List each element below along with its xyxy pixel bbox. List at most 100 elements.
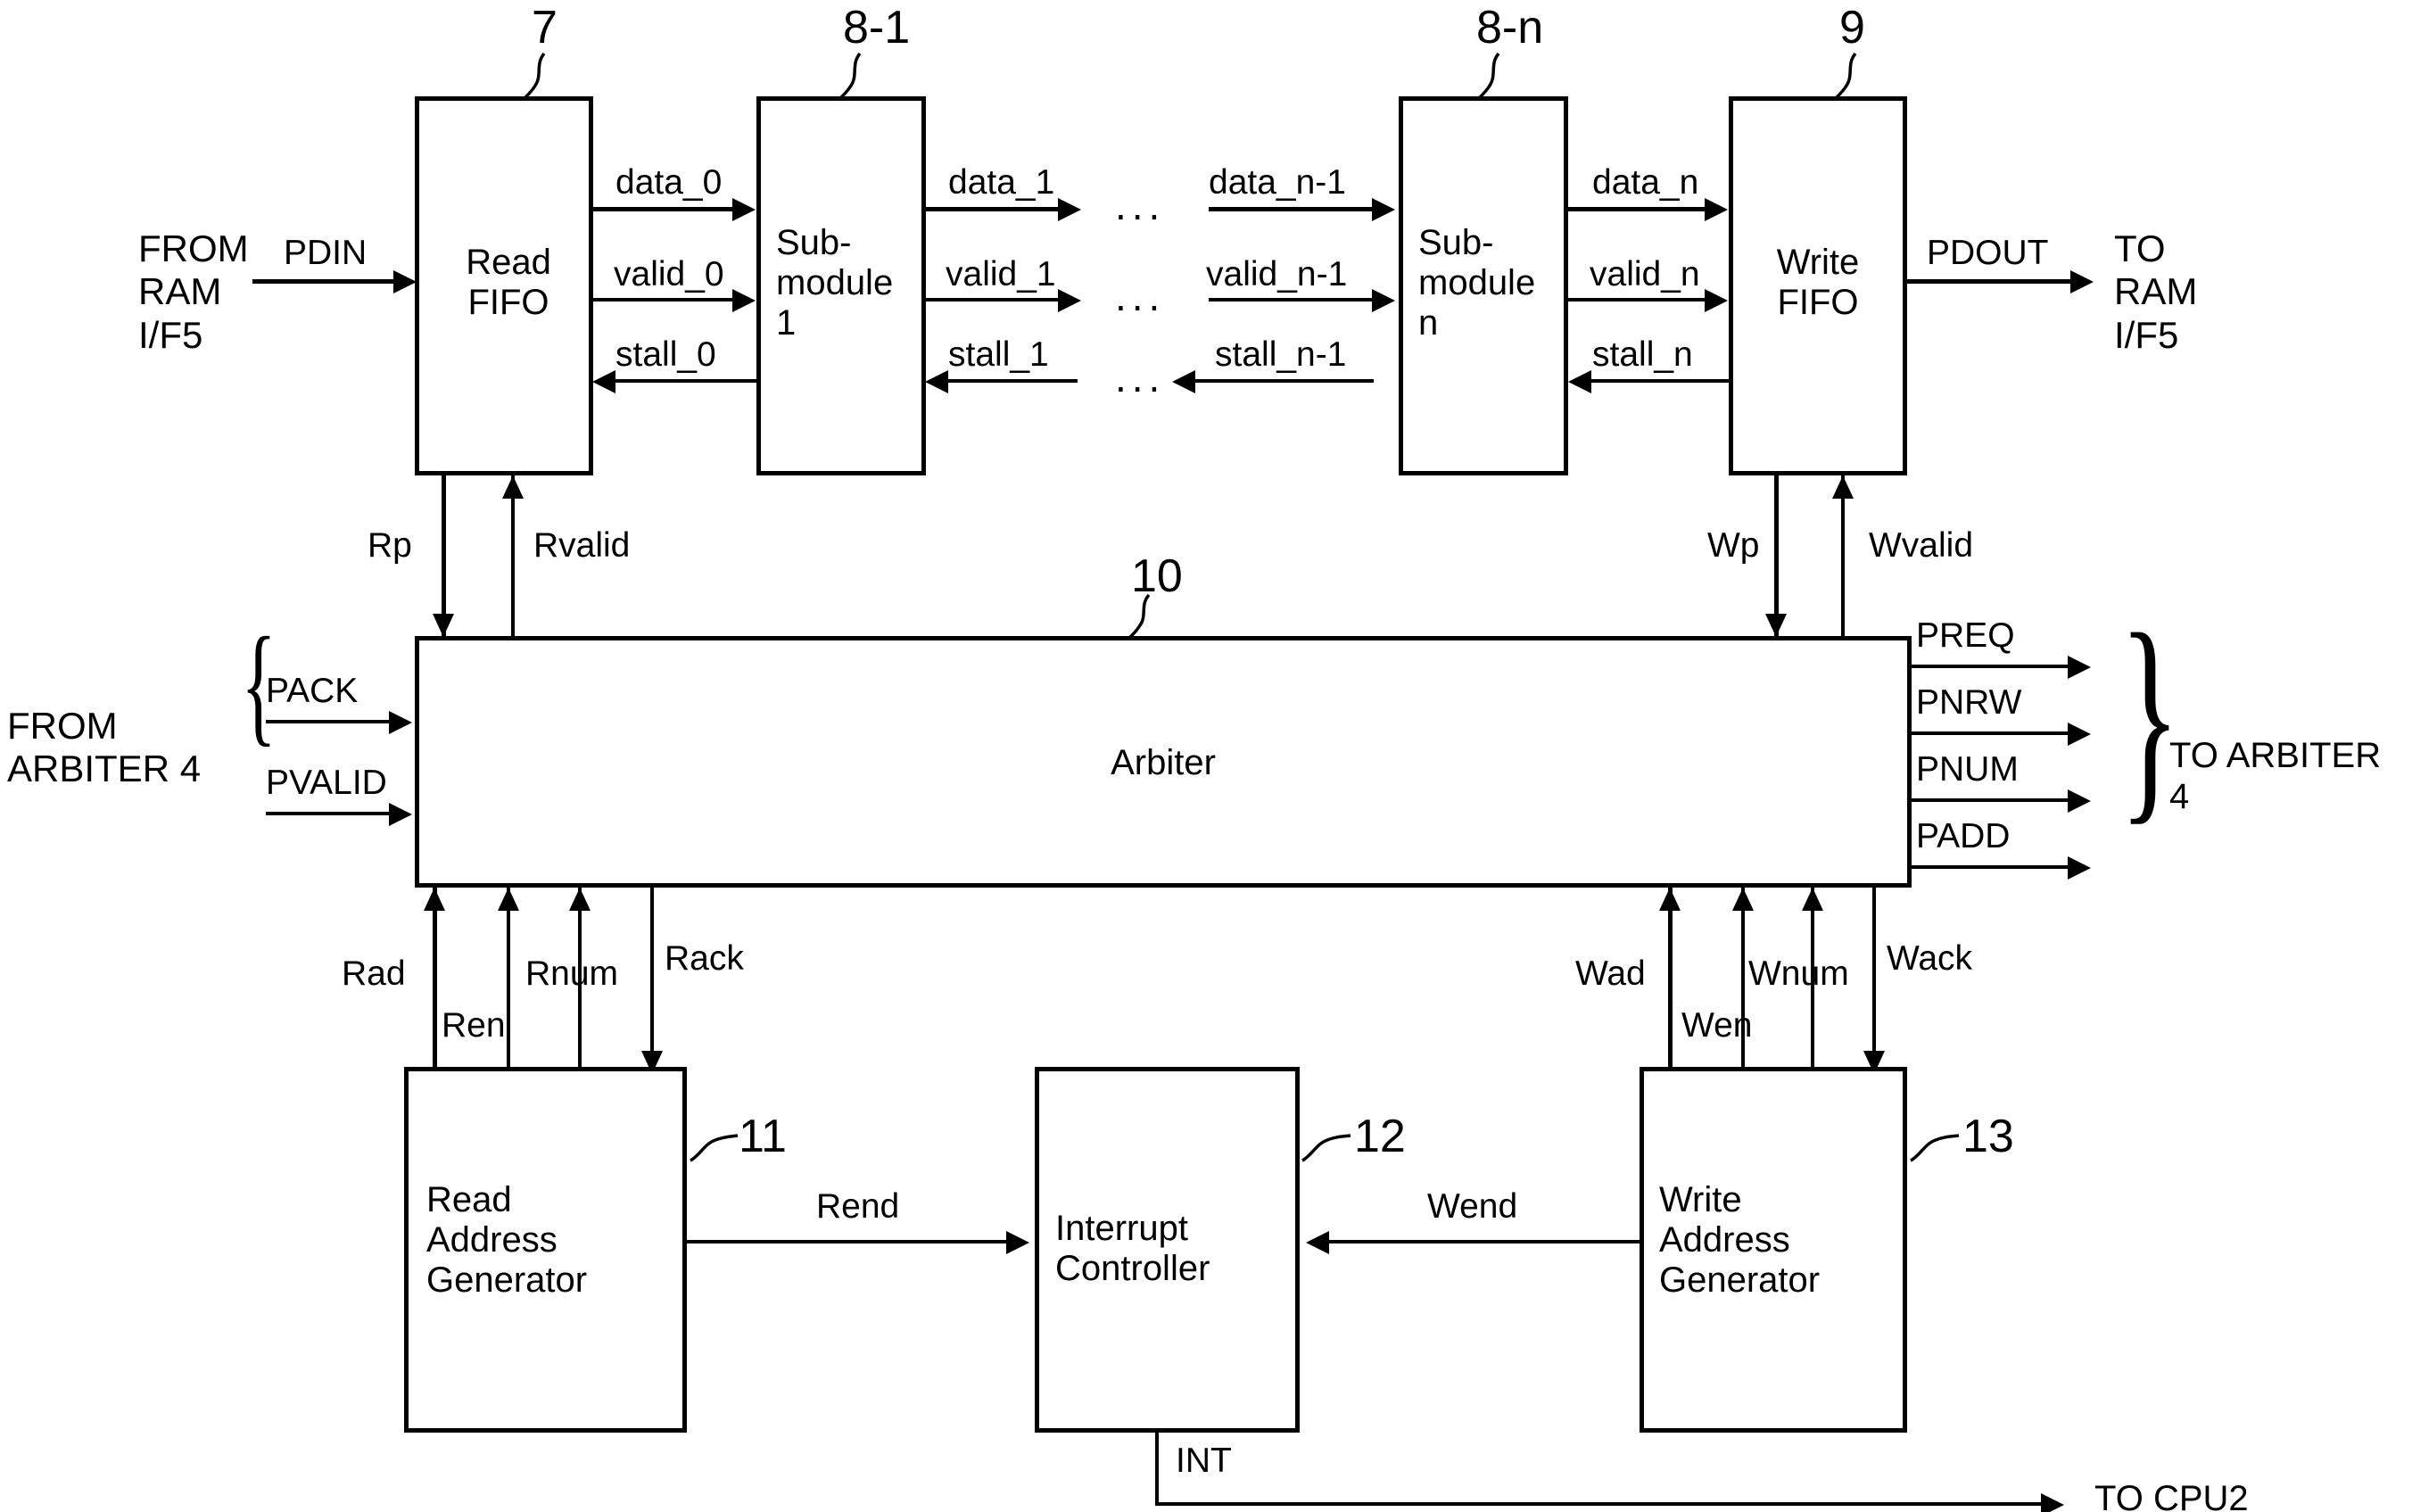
block-write-address-generator-label: Write Address Generator <box>1659 1180 1821 1300</box>
reference-numeral-8-1: 8-1 <box>843 2 911 54</box>
signal-wvalid-arrowhead <box>1832 475 1854 499</box>
signal-int-horizontal-line <box>1155 1502 2043 1506</box>
signal-wp-arrowhead <box>1765 614 1787 637</box>
block-submodule-n-label: Sub- module n <box>1418 223 1536 343</box>
signal-data-1-label: data_1 <box>948 163 1055 202</box>
signal-stall-1-arrowhead <box>925 370 948 393</box>
signal-stall-n-1-line <box>1195 379 1374 383</box>
signal-wend-label: Wend <box>1427 1187 1518 1226</box>
reference-numeral-12: 12 <box>1354 1111 1406 1162</box>
signal-pnrw-arrowhead <box>2068 723 2091 746</box>
signal-data-n-label: data_n <box>1592 163 1699 202</box>
signal-padd-line <box>1912 865 2069 869</box>
signal-padd-arrowhead <box>2068 856 2091 880</box>
reference-numeral-7: 7 <box>532 2 558 54</box>
lead-line-8-n <box>1475 52 1500 102</box>
signal-valid-n-1-line <box>1209 298 1374 302</box>
signal-wvalid-label: Wvalid <box>1869 526 1974 565</box>
signal-wad-line <box>1668 888 1673 1075</box>
signal-valid-1-label: valid_1 <box>946 255 1056 293</box>
signal-int-vertical-line <box>1155 1433 1159 1506</box>
signal-pack-line <box>266 720 391 723</box>
reference-numeral-8-n: 8-n <box>1476 2 1544 54</box>
signal-rp-label: Rp <box>368 526 412 565</box>
diagram-canvas: Read FIFO 7 Sub- module 1 8-1 Sub- modul… <box>0 0 2412 1512</box>
block-interrupt-controller-label: Interrupt Controller <box>1055 1209 1210 1288</box>
signal-valid-n-arrowhead <box>1705 289 1728 312</box>
signal-wad-arrowhead <box>1659 888 1681 911</box>
signal-rvalid-label: Rvalid <box>533 526 631 565</box>
lead-line-10 <box>1128 593 1151 640</box>
signal-pdout-arrowhead <box>2070 270 2094 293</box>
signal-wend-arrowhead <box>1306 1231 1329 1254</box>
signal-data-n-1-arrowhead <box>1372 198 1395 221</box>
signal-ren-label: Ren <box>442 1006 506 1045</box>
signal-stall-1-label: stall_1 <box>948 335 1049 374</box>
signal-stall-0-arrowhead <box>592 370 615 393</box>
signal-pvalid-arrowhead <box>389 803 412 826</box>
signal-pnum-line <box>1912 798 2069 802</box>
signal-data-n-line <box>1568 207 1706 211</box>
signal-pnum-label: PNUM <box>1916 750 2019 789</box>
block-read-address-generator-label: Read Address Generator <box>426 1180 588 1300</box>
signal-data-n-arrowhead <box>1705 198 1728 221</box>
signal-stall-n-arrowhead <box>1568 370 1591 393</box>
reference-numeral-13: 13 <box>1962 1111 2014 1162</box>
lead-line-13 <box>1910 1134 1960 1162</box>
signal-wvalid-line <box>1841 475 1845 636</box>
signal-data-n-1-line <box>1209 207 1374 211</box>
signal-pdin-line <box>252 279 395 284</box>
signal-stall-n-1-label: stall_n-1 <box>1215 335 1347 374</box>
signal-data-0-label: data_0 <box>615 163 723 202</box>
signal-valid-0-line <box>593 298 734 302</box>
signal-pdin-label: PDIN <box>284 234 368 272</box>
signal-padd-label: PADD <box>1916 817 2011 855</box>
ellipsis-valid-row: ... <box>1115 273 1166 319</box>
block-submodule-1-label: Sub- module 1 <box>776 223 894 343</box>
signal-valid-n-line <box>1568 298 1706 302</box>
signal-data-0-arrowhead <box>732 198 756 221</box>
signal-valid-n-1-arrowhead <box>1372 289 1395 312</box>
signal-rend-line <box>687 1240 1008 1243</box>
signal-ren-line <box>507 888 510 1075</box>
signal-pdin-arrowhead <box>393 270 417 293</box>
lead-line-7 <box>521 52 546 102</box>
signal-rvalid-arrowhead <box>502 475 524 499</box>
signal-rnum-label: Rnum <box>525 954 619 993</box>
external-to-arbiter-label: TO ARBITER 4 <box>2169 736 2382 816</box>
signal-wen-arrowhead <box>1732 888 1754 911</box>
signal-rp-arrowhead <box>433 614 454 637</box>
signal-rack-line <box>650 888 654 1066</box>
external-to-cpu-label: TO CPU2 <box>2094 1479 2249 1512</box>
signal-valid-0-arrowhead <box>732 289 756 312</box>
signal-wack-label: Wack <box>1887 939 1973 978</box>
signal-stall-0-line <box>615 379 756 383</box>
signal-data-0-line <box>593 207 734 211</box>
signal-wack-line <box>1872 888 1876 1066</box>
lead-line-9 <box>1832 52 1857 102</box>
signal-wnum-arrowhead <box>1802 888 1823 911</box>
signal-stall-n-1-arrowhead <box>1172 370 1195 393</box>
signal-int-arrowhead <box>2041 1493 2064 1512</box>
signal-rad-label: Rad <box>342 954 406 993</box>
signal-ren-arrowhead <box>498 888 519 911</box>
lead-line-12 <box>1301 1134 1351 1162</box>
signal-pack-label: PACK <box>266 672 359 710</box>
signal-pvalid-label: PVALID <box>266 764 387 802</box>
signal-stall-0-label: stall_0 <box>615 335 716 374</box>
signal-rp-line <box>442 475 446 636</box>
signal-rvalid-line <box>511 475 515 636</box>
signal-valid-0-label: valid_0 <box>614 255 724 293</box>
signal-stall-n-label: stall_n <box>1592 335 1693 374</box>
signal-wnum-label: Wnum <box>1748 954 1849 993</box>
signal-rnum-line <box>578 888 582 1075</box>
signal-rend-arrowhead <box>1006 1231 1029 1254</box>
reference-numeral-11: 11 <box>739 1111 787 1162</box>
signal-data-1-line <box>926 207 1060 211</box>
signal-preq-arrowhead <box>2068 656 2091 679</box>
external-to-ram-label: TO RAM I/F5 <box>2114 227 2198 356</box>
block-write-fifo-label: Write FIFO <box>1776 243 1860 322</box>
signal-rack-label: Rack <box>665 939 744 978</box>
signal-wend-line <box>1329 1240 1641 1243</box>
signal-stall-1-line <box>948 379 1078 383</box>
